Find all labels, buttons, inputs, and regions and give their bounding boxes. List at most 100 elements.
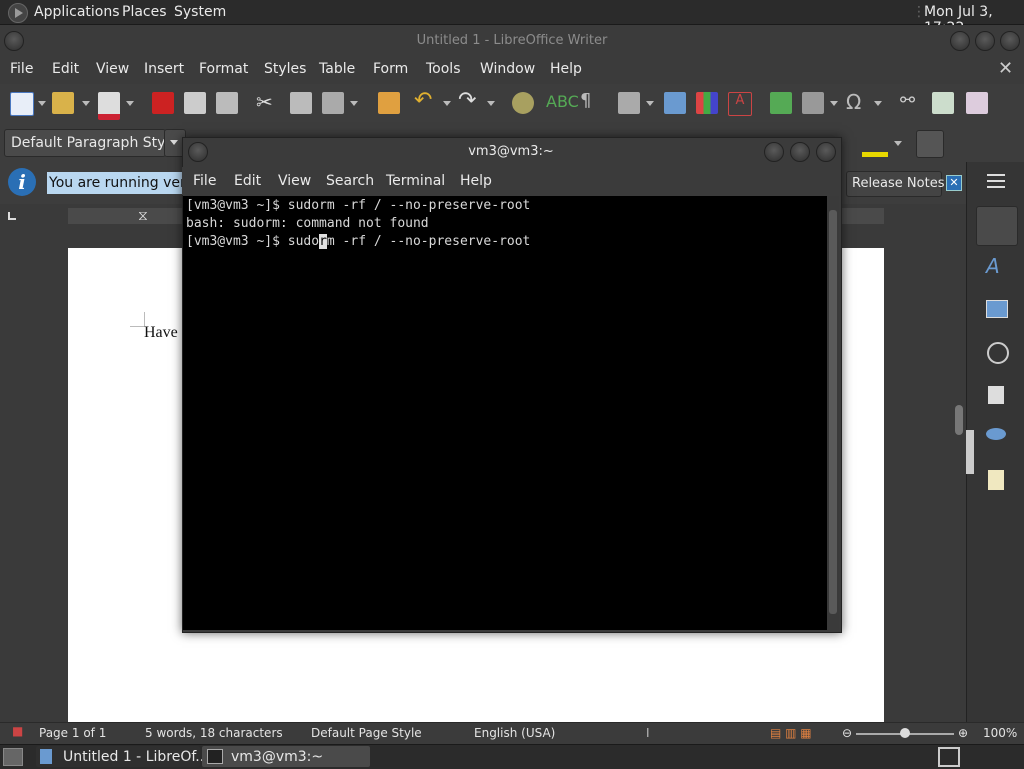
terminal-minimize-button[interactable] <box>764 142 784 162</box>
hamburger-icon[interactable] <box>987 174 1005 190</box>
manage-changes-icon[interactable] <box>976 458 1016 496</box>
chevron-down-icon[interactable] <box>443 101 451 106</box>
insert-field-icon[interactable] <box>802 92 824 114</box>
save-icon[interactable] <box>98 92 120 120</box>
menu-styles[interactable]: Styles <box>264 61 306 77</box>
sidebar-collapse-handle[interactable] <box>966 430 974 474</box>
terminal-title-bar[interactable]: vm3@vm3:~ <box>182 137 840 165</box>
terminal-menu-terminal[interactable]: Terminal <box>386 173 445 189</box>
new-document-icon[interactable] <box>10 92 34 116</box>
chevron-down-icon[interactable] <box>830 101 838 106</box>
document-modified-icon[interactable]: ■ <box>12 724 23 738</box>
chevron-down-icon[interactable] <box>487 101 495 106</box>
paste-icon[interactable] <box>322 92 344 114</box>
view-layout-icon[interactable]: ▤ ▥ ▦ <box>770 726 812 740</box>
taskbar-item-writer[interactable]: Untitled 1 - LibreOf... <box>36 746 209 767</box>
text-language[interactable]: English (USA) <box>474 726 555 740</box>
terminal-screen[interactable]: [vm3@vm3 ~]$ sudorm -rf / --no-preserve-… <box>183 196 827 630</box>
zoom-slider-knob[interactable] <box>900 728 910 738</box>
print-preview-icon[interactable] <box>216 92 238 114</box>
menu-window[interactable]: Window <box>480 61 535 77</box>
vertical-scrollbar-thumb[interactable] <box>955 405 963 435</box>
copy-icon[interactable] <box>290 92 312 114</box>
applications-menu[interactable]: Applications <box>34 4 120 20</box>
writer-title-bar[interactable]: Untitled 1 - LibreOffice Writer <box>0 25 1024 56</box>
apps-icon[interactable] <box>8 3 28 23</box>
clone-formatting-icon[interactable] <box>378 92 400 114</box>
zoom-in-icon[interactable]: ⊕ <box>958 726 968 740</box>
maximize-button[interactable] <box>975 31 995 51</box>
show-desktop-icon[interactable] <box>3 748 23 766</box>
terminal-menu-help[interactable]: Help <box>460 173 492 189</box>
minimize-button[interactable] <box>950 31 970 51</box>
indent-marker-icon[interactable]: ⧖ <box>138 208 150 224</box>
word-count[interactable]: 5 words, 18 characters <box>145 726 283 740</box>
terminal-menu-edit[interactable]: Edit <box>234 173 261 189</box>
zoom-out-icon[interactable]: ⊖ <box>842 726 852 740</box>
vertical-scrollbar[interactable] <box>952 204 966 722</box>
page-deck-icon[interactable] <box>976 374 1016 412</box>
spelling-icon[interactable]: ABC <box>546 92 579 114</box>
terminal-scrollbar-thumb[interactable] <box>829 210 837 614</box>
terminal-input-line[interactable]: [vm3@vm3 ~]$ sudorm -rf / --no-preserve-… <box>186 234 530 249</box>
chevron-down-icon[interactable] <box>894 141 902 146</box>
chevron-down-icon[interactable] <box>38 101 46 106</box>
paragraph-style-combobox[interactable]: Default Paragraph Style <box>4 129 178 157</box>
style-inspector-icon[interactable] <box>976 416 1016 454</box>
insert-mode-icon[interactable]: I <box>646 726 650 740</box>
properties-deck-icon[interactable] <box>976 206 1018 246</box>
menu-table[interactable]: Table <box>319 61 355 77</box>
document-text[interactable]: Have <box>144 324 178 342</box>
places-menu[interactable]: Places <box>122 4 167 20</box>
align-left-icon[interactable] <box>916 130 944 158</box>
chevron-down-icon[interactable] <box>646 101 654 106</box>
insert-table-icon[interactable] <box>618 92 640 114</box>
close-icon[interactable]: ✕ <box>946 175 962 191</box>
terminal-menu-view[interactable]: View <box>278 173 311 189</box>
chevron-down-icon[interactable] <box>126 101 134 106</box>
align-center-icon[interactable] <box>950 130 976 156</box>
special-character-icon[interactable]: Ω <box>846 90 868 114</box>
insert-image-icon[interactable] <box>664 92 686 114</box>
menu-tools[interactable]: Tools <box>426 61 461 77</box>
chevron-down-icon[interactable] <box>874 101 882 106</box>
insert-page-break-icon[interactable] <box>770 92 792 114</box>
menu-format[interactable]: Format <box>199 61 248 77</box>
zoom-level[interactable]: 100% <box>983 726 1017 740</box>
menu-view[interactable]: View <box>96 61 129 77</box>
chevron-down-icon[interactable] <box>350 101 358 106</box>
terminal-close-button[interactable] <box>816 142 836 162</box>
close-window-button[interactable] <box>1000 31 1020 51</box>
styles-deck-icon[interactable]: A <box>976 248 1016 286</box>
open-folder-icon[interactable] <box>52 92 74 114</box>
chevron-down-icon[interactable] <box>82 101 90 106</box>
insert-textbox-icon[interactable]: A <box>728 92 752 116</box>
menu-edit[interactable]: Edit <box>52 61 79 77</box>
cut-icon[interactable]: ✂ <box>256 90 278 114</box>
close-document-icon[interactable]: ✕ <box>998 58 1013 79</box>
tab-stop-icon[interactable] <box>8 212 16 220</box>
highlight-color-icon[interactable] <box>862 132 888 157</box>
insert-endnote-icon[interactable] <box>966 92 988 114</box>
undo-icon[interactable]: ↶ <box>414 88 436 113</box>
page-number[interactable]: Page 1 of 1 <box>39 726 106 740</box>
hyperlink-icon[interactable]: ⚯ <box>900 90 922 112</box>
menu-insert[interactable]: Insert <box>144 61 184 77</box>
release-notes-button[interactable]: Release Notes <box>846 171 944 197</box>
menu-file[interactable]: File <box>10 61 33 77</box>
menu-help[interactable]: Help <box>550 61 582 77</box>
navigator-deck-icon[interactable] <box>976 332 1016 370</box>
insert-chart-icon[interactable] <box>696 92 718 114</box>
terminal-menu-file[interactable]: File <box>193 173 216 189</box>
taskbar-item-terminal[interactable]: vm3@vm3:~ <box>202 746 370 767</box>
insert-footnote-icon[interactable] <box>932 92 954 114</box>
find-replace-icon[interactable] <box>512 92 534 114</box>
terminal-maximize-button[interactable] <box>790 142 810 162</box>
terminal-menu-search[interactable]: Search <box>326 173 374 189</box>
formatting-marks-icon[interactable]: ¶ <box>580 90 602 112</box>
page-style[interactable]: Default Page Style <box>311 726 422 740</box>
workspace-switcher-icon[interactable] <box>938 747 960 767</box>
redo-icon[interactable]: ↷ <box>458 88 480 113</box>
menu-form[interactable]: Form <box>373 61 408 77</box>
gallery-deck-icon[interactable] <box>976 290 1016 328</box>
